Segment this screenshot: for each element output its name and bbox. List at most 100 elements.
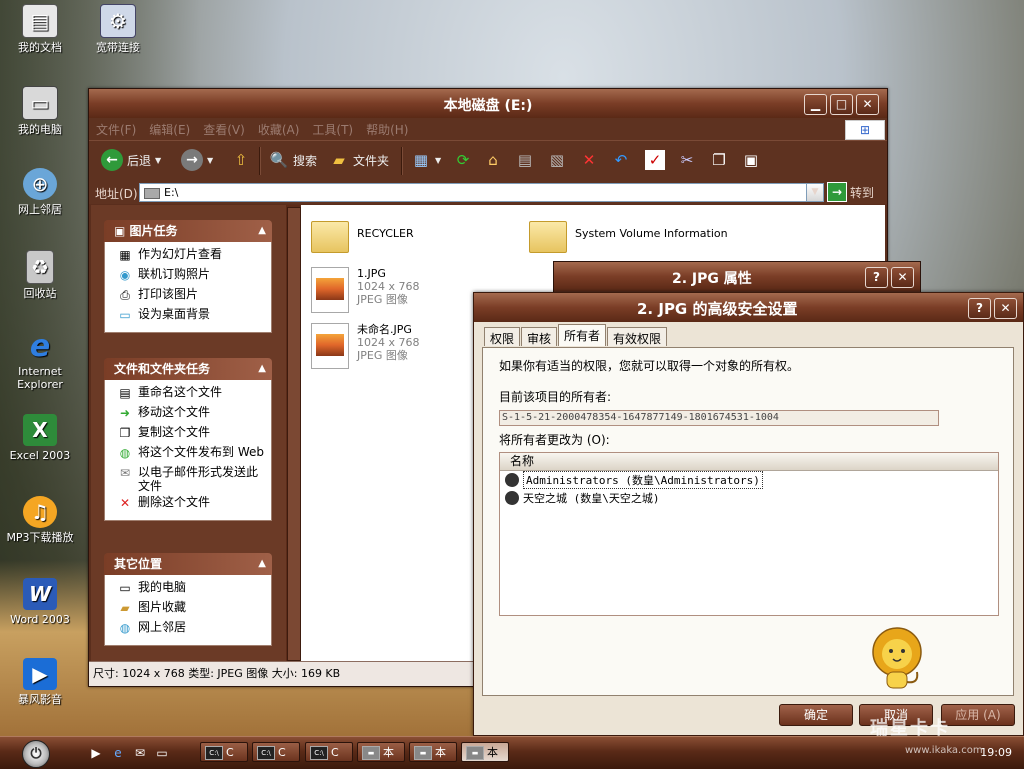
owner-row[interactable]: 天空之城 (数皇\天空之城) bbox=[500, 489, 998, 507]
task-pane-scrollbar[interactable] bbox=[286, 205, 301, 661]
taskbar-button-drive-3[interactable]: ▬ 本 bbox=[461, 742, 509, 762]
undo-button[interactable]: ↶ bbox=[611, 148, 631, 172]
file-item-unnamed-jpg[interactable]: 未命名.JPG 1024 x 768 JPEG 图像 bbox=[311, 323, 420, 369]
quicklaunch-media-icon[interactable]: ▶ bbox=[88, 745, 104, 761]
task-slideshow[interactable]: ▦ 作为幻灯片查看 bbox=[105, 246, 271, 266]
taskbar-button-cmd-1[interactable]: C:\ C bbox=[200, 742, 248, 762]
file-item-1jpg[interactable]: 1.JPG 1024 x 768 JPEG 图像 bbox=[311, 267, 420, 313]
clock[interactable]: 19:09 bbox=[980, 746, 1012, 759]
task-order-prints[interactable]: ◉ 联机订购照片 bbox=[105, 266, 271, 286]
collapse-icon[interactable]: ▲ bbox=[258, 358, 266, 380]
desktop-icon-media-player[interactable]: ▶ 暴风影音 bbox=[0, 658, 80, 706]
panel-header[interactable]: ▣ 图片任务 ▲ bbox=[104, 220, 272, 242]
place-my-computer[interactable]: ▭ 我的电脑 bbox=[105, 579, 271, 599]
owner-row[interactable]: Administrators (数皇\Administrators) bbox=[500, 471, 998, 489]
paste-button[interactable]: ▣ bbox=[741, 148, 761, 172]
cmd-icon: C:\ bbox=[205, 746, 223, 760]
task-publish-web[interactable]: ◍ 将这个文件发布到 Web bbox=[105, 444, 271, 464]
taskbar-button-drive-2[interactable]: ▬ 本 bbox=[409, 742, 457, 762]
help-button[interactable]: ? bbox=[968, 298, 991, 319]
task-print[interactable]: ⎙ 打印该图片 bbox=[105, 286, 271, 306]
taskbar-button-cmd-3[interactable]: C:\ C bbox=[305, 742, 353, 762]
desktop-icon-excel[interactable]: X Excel 2003 bbox=[0, 414, 80, 462]
folders-button[interactable]: ▰ 文件夹 bbox=[329, 148, 389, 172]
tab-owner[interactable]: 所有者 bbox=[558, 324, 607, 346]
properties-titlebar[interactable]: 2. JPG 属性 ? ✕ bbox=[554, 262, 920, 291]
security-titlebar[interactable]: 2. JPG 的高级安全设置 ? ✕ bbox=[474, 293, 1023, 322]
forward-button[interactable]: → ▼ bbox=[181, 148, 213, 172]
menu-view[interactable]: 查看(V) bbox=[196, 118, 251, 138]
owner-list[interactable]: 名称 Administrators (数皇\Administrators) 天空… bbox=[499, 452, 999, 616]
tab-effective-permissions[interactable]: 有效权限 bbox=[607, 327, 668, 346]
taskbar-button-drive-1[interactable]: ▬ 本 bbox=[357, 742, 405, 762]
ok-button[interactable]: 确定 bbox=[779, 704, 853, 726]
search-button[interactable]: 🔍 搜索 bbox=[269, 148, 317, 172]
close-button[interactable]: ✕ bbox=[994, 298, 1017, 319]
task-delete[interactable]: ✕ 删除这个文件 bbox=[105, 494, 271, 514]
desktop-icon-ie[interactable]: e Internet Explorer bbox=[0, 329, 80, 392]
maximize-button[interactable]: □ bbox=[830, 94, 853, 115]
tab-permissions[interactable]: 权限 bbox=[484, 327, 521, 346]
taskbar: ⏻ ▶ e ✉ ▭ C:\ C C:\ C C:\ C ▬ 本 ▬ 本 ▬ 本 19:09 bbox=[0, 736, 1024, 769]
desktop-icon-my-documents[interactable]: ▤ 我的文档 bbox=[0, 4, 80, 54]
go-button[interactable]: → 转到 bbox=[827, 182, 874, 202]
menu-edit[interactable]: 编辑(E) bbox=[142, 118, 196, 138]
collapse-icon[interactable]: ▲ bbox=[258, 553, 266, 575]
task-email[interactable]: ✉ 以电子邮件形式发送此文件 bbox=[105, 464, 271, 494]
copy-to-button[interactable]: ▧ bbox=[547, 148, 567, 172]
menu-tools[interactable]: 工具(T) bbox=[305, 118, 359, 138]
list-header-name[interactable]: 名称 bbox=[500, 453, 998, 471]
scrollbar-thumb[interactable] bbox=[287, 207, 301, 661]
chevron-down-icon: ▼ bbox=[155, 155, 162, 165]
copy-button[interactable]: ❐ bbox=[709, 148, 729, 172]
minimize-button[interactable]: ▁ bbox=[804, 94, 827, 115]
up-folder-button[interactable]: ⇧ bbox=[231, 148, 251, 172]
quicklaunch-outlook-icon[interactable]: ✉ bbox=[132, 745, 148, 761]
task-rename[interactable]: ▤ 重命名这个文件 bbox=[105, 384, 271, 404]
desktop-icon-mp3[interactable]: ♫ MP3下载播放 bbox=[0, 496, 80, 544]
cut-button[interactable]: ✂ bbox=[677, 148, 697, 172]
mp3-icon: ♫ bbox=[23, 496, 57, 528]
properties-button[interactable]: ✓ bbox=[645, 148, 665, 172]
collapse-icon[interactable]: ▲ bbox=[258, 220, 266, 242]
desktop-icon-network[interactable]: ⊕ 网上邻居 bbox=[0, 168, 80, 216]
quicklaunch-desktop-icon[interactable]: ▭ bbox=[154, 745, 170, 761]
panel-header[interactable]: 文件和文件夹任务 ▲ bbox=[104, 358, 272, 380]
tab-auditing[interactable]: 审核 bbox=[521, 327, 558, 346]
help-button[interactable]: ? bbox=[865, 267, 888, 288]
taskbar-button-cmd-2[interactable]: C:\ C bbox=[252, 742, 300, 762]
owner-name: 天空之城 (数皇\天空之城) bbox=[523, 492, 660, 505]
refresh-button[interactable]: ⟳ bbox=[453, 148, 473, 172]
desktop-icon-word[interactable]: W Word 2003 bbox=[0, 578, 80, 626]
user-group-icon bbox=[505, 473, 519, 487]
move-to-button[interactable]: ▤ bbox=[515, 148, 535, 172]
place-my-pictures[interactable]: ▰ 图片收藏 bbox=[105, 599, 271, 619]
back-button[interactable]: ← 后退 ▼ bbox=[101, 148, 161, 172]
menu-file[interactable]: 文件(F) bbox=[89, 118, 142, 138]
quicklaunch-ie-icon[interactable]: e bbox=[110, 745, 126, 761]
file-name: 1.JPG bbox=[357, 267, 386, 280]
advanced-security-dialog[interactable]: 2. JPG 的高级安全设置 ? ✕ 权限 审核 所有者 有效权限 如果你有适当… bbox=[473, 292, 1024, 736]
desktop-icon-broadband[interactable]: ⚙ 宽带连接 bbox=[78, 4, 158, 54]
close-button[interactable]: ✕ bbox=[856, 94, 879, 115]
desktop-icon-my-computer[interactable]: ▭ 我的电脑 bbox=[0, 86, 80, 136]
file-item-system-volume[interactable]: System Volume Information bbox=[529, 217, 728, 253]
menu-favorites[interactable]: 收藏(A) bbox=[251, 118, 306, 138]
address-input[interactable]: E:\ bbox=[139, 183, 808, 202]
file-item-recycler[interactable]: RECYCLER bbox=[311, 217, 414, 253]
start-button[interactable]: ⏻ bbox=[22, 740, 50, 768]
close-button[interactable]: ✕ bbox=[891, 267, 914, 288]
menu-help[interactable]: 帮助(H) bbox=[359, 118, 414, 138]
apply-button[interactable]: 应用 (A) bbox=[941, 704, 1015, 726]
home-button[interactable]: ⌂ bbox=[483, 148, 503, 172]
task-move[interactable]: ➜ 移动这个文件 bbox=[105, 404, 271, 424]
address-dropdown-button[interactable]: ▼ bbox=[806, 183, 824, 202]
delete-button[interactable]: ✕ bbox=[579, 148, 599, 172]
place-network[interactable]: ◍ 网上邻居 bbox=[105, 619, 271, 639]
desktop-icon-recycle-bin[interactable]: ♻ 回收站 bbox=[0, 250, 80, 300]
explorer-titlebar[interactable]: 本地磁盘 (E:) ▁ □ ✕ bbox=[89, 89, 887, 118]
task-copy[interactable]: ❐ 复制这个文件 bbox=[105, 424, 271, 444]
panel-header[interactable]: 其它位置 ▲ bbox=[104, 553, 272, 575]
views-button[interactable]: ▦ ▼ bbox=[411, 148, 441, 172]
task-set-wallpaper[interactable]: ▭ 设为桌面背景 bbox=[105, 306, 271, 326]
